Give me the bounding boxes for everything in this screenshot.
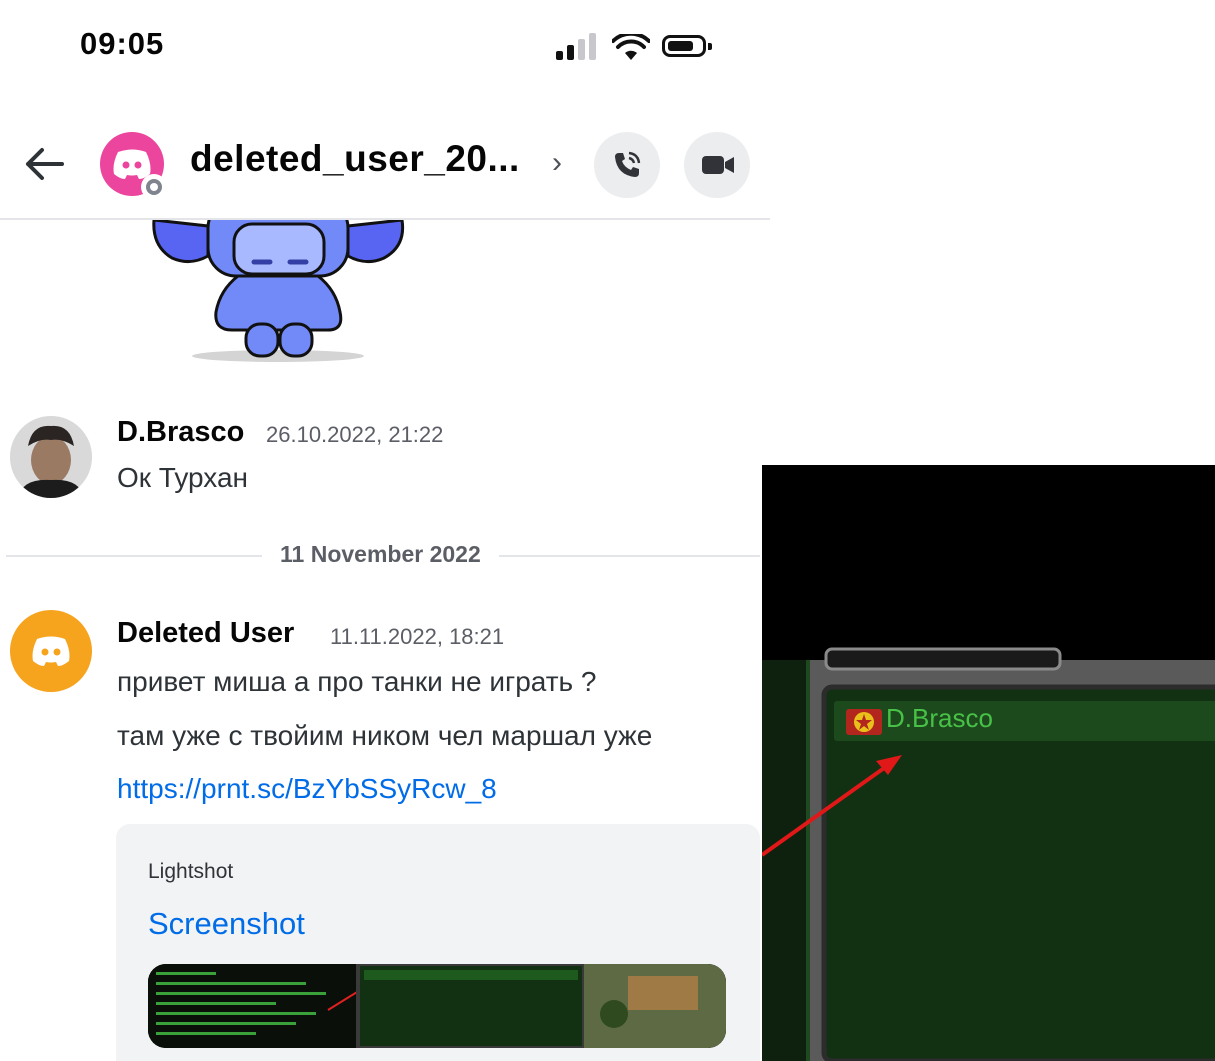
message-text: привет миша а про танки не играть ?: [117, 666, 597, 697]
message-text: там уже с твойим ником чел маршал уже: [117, 720, 653, 751]
message-timestamp: 11.11.2022, 18:21: [330, 624, 505, 649]
game-player-name: D.Brasco: [886, 703, 993, 733]
message-text: Ок Турхан: [117, 462, 249, 493]
chat-header: deleted_user_20... ›: [0, 120, 770, 220]
dbrasco-avatar[interactable]: [10, 416, 92, 498]
wifi-icon: [612, 34, 650, 60]
status-icons: [556, 32, 726, 64]
message-link[interactable]: https://prnt.sc/BzYbSSyRcw_8: [117, 773, 497, 805]
offline-status-icon: [141, 174, 167, 200]
back-arrow-icon[interactable]: [22, 142, 66, 186]
wumpus-sticker: [152, 220, 405, 362]
message-author[interactable]: D.Brasco: [117, 416, 244, 449]
status-time: 09:05: [80, 26, 165, 61]
discord-logo-icon: [32, 636, 70, 666]
video-camera-icon: [702, 156, 734, 174]
chevron-right-icon[interactable]: ›: [552, 146, 562, 180]
embed-thumbnail[interactable]: [148, 964, 726, 1048]
chat-screen: 09:05 deleted_user_20... › D.Brasco 26.1…: [0, 0, 770, 1061]
battery-icon: [662, 35, 712, 57]
link-embed[interactable]: Lightshot Screenshot: [116, 824, 760, 1061]
phone-call-icon: [615, 151, 641, 177]
message-timestamp: 26.10.2022, 21:22: [266, 422, 444, 447]
message-author[interactable]: Deleted User: [117, 617, 294, 650]
embed-provider[interactable]: Lightshot: [148, 860, 233, 884]
embed-title[interactable]: Screenshot: [148, 906, 305, 942]
voice-call-button[interactable]: [594, 132, 660, 198]
game-screenshot-art: [762, 465, 1215, 1061]
game-screenshot: D.Brasco: [762, 465, 1215, 1061]
dm-title[interactable]: deleted_user_20...: [190, 138, 520, 180]
date-divider-label: 11 November 2022: [262, 541, 499, 568]
deleted-user-avatar[interactable]: [10, 610, 92, 692]
signal-icon: [556, 32, 600, 60]
video-call-button[interactable]: [684, 132, 750, 198]
